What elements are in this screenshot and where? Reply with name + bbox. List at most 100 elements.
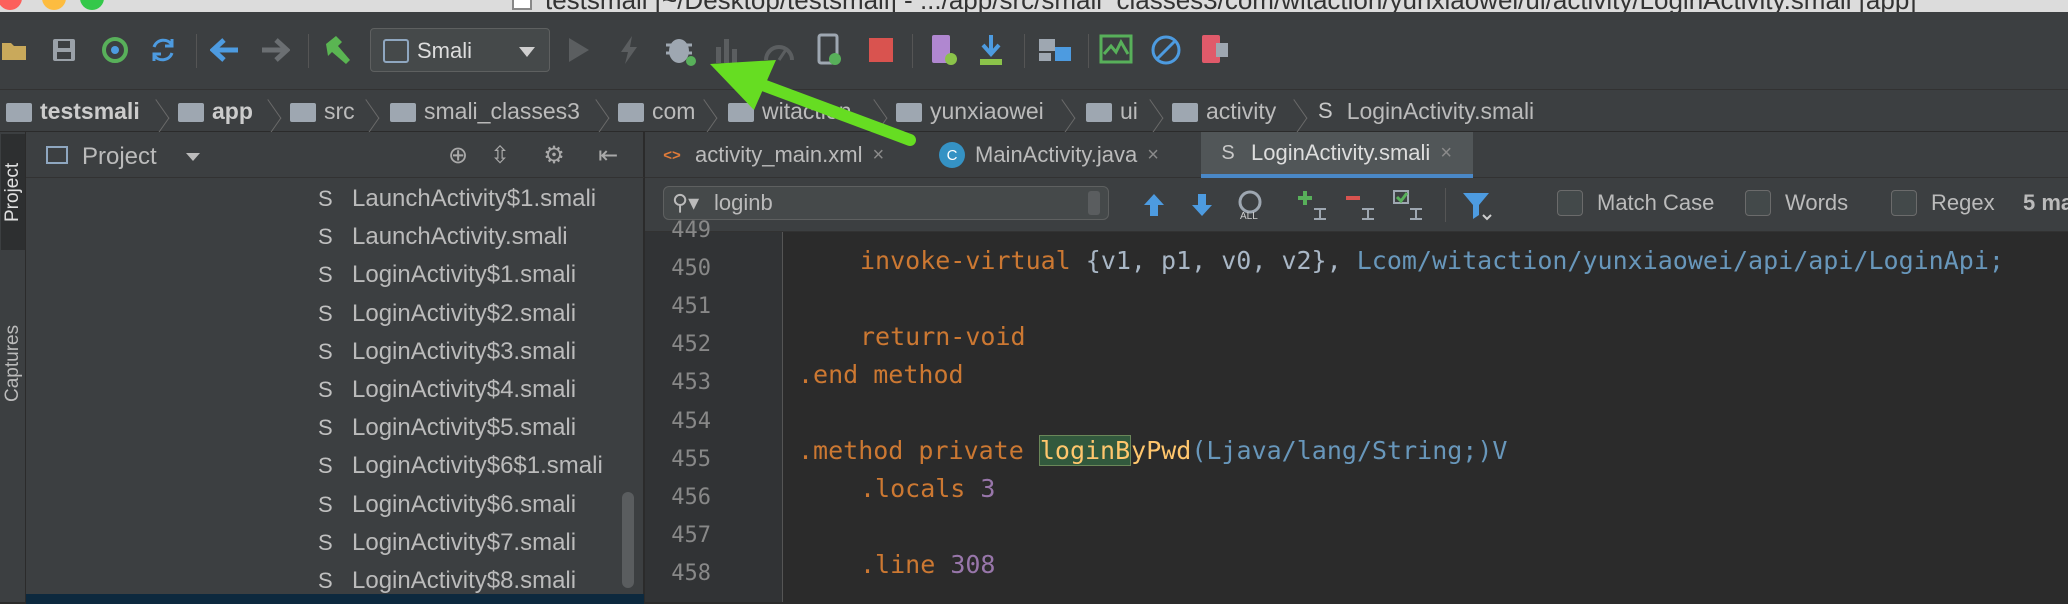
filter-icon[interactable] xyxy=(1457,188,1497,222)
sidebar-tab-project[interactable]: Project xyxy=(1,134,25,250)
search-history-scroll[interactable] xyxy=(1088,191,1100,215)
code-line-455: .method private loginByPwd(Ljava/lang/St… xyxy=(798,435,1508,466)
code-line-458: .line 308 xyxy=(860,550,996,579)
list-item[interactable]: S LoginActivity$6.smali xyxy=(318,486,576,524)
code-line-452: return-void xyxy=(860,322,1026,351)
chevron-right-icon xyxy=(156,94,172,128)
zoom-window-button[interactable] xyxy=(80,0,104,10)
list-item[interactable]: S LoginActivity$3.smali xyxy=(318,333,576,371)
close-icon[interactable]: × xyxy=(1147,144,1159,167)
annotation-arrow xyxy=(710,60,916,146)
findbar-separator xyxy=(1445,188,1446,222)
file-name: LoginActivity$1.smali xyxy=(352,261,577,289)
file-name: LoginActivity$3.smali xyxy=(352,337,577,365)
tab-mainactivity-java[interactable]: C MainActivity.java × xyxy=(925,132,1191,178)
back-icon[interactable] xyxy=(208,30,242,70)
run-config-select[interactable]: Smali xyxy=(370,28,550,72)
regex-box[interactable] xyxy=(1891,190,1917,216)
search-input[interactable] xyxy=(714,189,1054,217)
breadcrumb-item-ui[interactable]: ui xyxy=(1086,90,1138,132)
line-number: 455 xyxy=(671,446,711,472)
gear-icon[interactable]: ⚙ xyxy=(540,142,568,170)
run-icon[interactable] xyxy=(564,30,594,70)
device-mirror-icon[interactable] xyxy=(1196,30,1232,70)
no-symbol-icon[interactable] xyxy=(1148,30,1184,70)
list-item[interactable]: S LoginActivity$1.smali xyxy=(318,256,576,294)
smali-file-icon: S xyxy=(318,224,333,250)
close-window-button[interactable] xyxy=(0,0,22,10)
chevron-down-icon xyxy=(519,47,535,57)
words-box[interactable] xyxy=(1745,190,1771,216)
match-count: 5 ma xyxy=(2023,190,2068,215)
file-name: LoginActivity$8.smali xyxy=(352,567,577,594)
project-structure-icon[interactable] xyxy=(1036,30,1074,70)
breadcrumb-item-file[interactable]: S LoginActivity.smali xyxy=(1318,90,1534,132)
code-area[interactable]: invoke-virtual {v1, p1, v0, v2}, Lcom/wi… xyxy=(784,232,2068,602)
open-icon[interactable] xyxy=(0,30,30,70)
next-occurrence-icon[interactable] xyxy=(1185,188,1219,222)
breadcrumb-item-activity[interactable]: activity xyxy=(1172,90,1276,132)
list-item[interactable]: S LoginActivity$4.smali xyxy=(318,371,576,409)
build-hammer-icon[interactable] xyxy=(320,30,356,70)
list-item[interactable]: S LoginActivity$7.smali xyxy=(318,524,576,562)
folder-icon xyxy=(1086,102,1112,122)
match-case-box[interactable] xyxy=(1557,190,1583,216)
monitor-icon[interactable] xyxy=(1098,30,1134,70)
find-all-icon[interactable]: ALL xyxy=(1233,188,1273,222)
tool-window-strip: Project Captures xyxy=(0,132,26,602)
words-checkbox[interactable]: Words xyxy=(1745,190,1848,216)
smali-file-icon: S xyxy=(318,529,333,555)
smali-file-icon: S xyxy=(1221,141,1235,164)
file-name: LoginActivity$7.smali xyxy=(352,528,577,556)
list-item[interactable]: S LaunchActivity$1.smali xyxy=(318,180,596,218)
apply-changes-icon[interactable] xyxy=(614,30,644,70)
project-panel: Project ⊕ ⇳ ⚙ ⇤ S LaunchActivity$1.smali S… xyxy=(26,132,644,604)
folder-icon xyxy=(390,102,416,122)
regex-checkbox[interactable]: Regex xyxy=(1891,190,1995,216)
svg-text:ALL: ALL xyxy=(1240,211,1258,221)
line-number: 452 xyxy=(671,332,711,358)
folder-icon xyxy=(1172,102,1198,122)
file-name: LoginActivity$5.smali xyxy=(352,414,577,442)
chevron-right-icon xyxy=(1150,94,1166,128)
list-item[interactable]: S LaunchActivity.smali xyxy=(318,218,568,256)
line-number-gutter: 449 450 451 452 453 454 455 456 457 458 xyxy=(645,218,783,602)
chevron-down-icon[interactable] xyxy=(186,153,200,161)
smali-file-icon: S xyxy=(318,453,333,479)
code-line-456: .locals 3 xyxy=(860,474,996,503)
search-field[interactable]: ⚲▾ xyxy=(663,186,1109,220)
breadcrumb-item-com[interactable]: com xyxy=(618,90,695,132)
select-all-occurrences-icon[interactable] xyxy=(1389,188,1429,222)
tab-loginactivity-smali[interactable]: S LoginActivity.smali × xyxy=(1201,132,1473,178)
hide-panel-icon[interactable]: ⇤ xyxy=(594,142,622,170)
list-item[interactable]: S LoginActivity$5.smali xyxy=(318,409,576,447)
smali-file-icon: S xyxy=(318,300,333,326)
smali-file-icon: S xyxy=(318,568,333,593)
collapse-all-icon[interactable]: ⇳ xyxy=(486,142,514,170)
sidebar-tab-captures[interactable]: Captures xyxy=(1,292,25,434)
project-scrollbar[interactable] xyxy=(622,492,634,588)
refresh-icon[interactable] xyxy=(146,30,180,70)
match-case-checkbox[interactable]: Match Case xyxy=(1557,190,1714,216)
list-item[interactable]: S LoginActivity$6$1.smali xyxy=(318,447,603,485)
project-view-select[interactable]: Project xyxy=(82,143,157,171)
sync-icon[interactable] xyxy=(98,30,132,70)
folder-icon xyxy=(290,102,316,122)
add-occurrence-icon[interactable] xyxy=(1293,188,1333,222)
list-item[interactable]: S LoginActivity$2.smali xyxy=(318,295,576,333)
forward-icon[interactable] xyxy=(258,30,292,70)
sdk-manager-icon[interactable] xyxy=(974,30,1008,70)
breadcrumb-item-project[interactable]: testsmali xyxy=(6,90,140,132)
locate-icon[interactable]: ⊕ xyxy=(444,142,472,170)
breadcrumb-item-src[interactable]: src xyxy=(290,90,355,132)
minimize-window-button[interactable] xyxy=(42,0,66,10)
breadcrumb-item-smali-classes3[interactable]: smali_classes3 xyxy=(390,90,580,132)
smali-file-icon: S xyxy=(1318,98,1333,123)
previous-occurrence-icon[interactable] xyxy=(1137,188,1171,222)
breadcrumb-item-module[interactable]: app xyxy=(178,90,253,132)
remove-occurrence-icon[interactable] xyxy=(1341,188,1381,222)
save-icon[interactable] xyxy=(48,30,80,70)
close-icon[interactable]: × xyxy=(1440,142,1452,165)
code-line-450: invoke-virtual {v1, p1, v0, v2}, Lcom/wi… xyxy=(860,246,2004,275)
chevron-right-icon xyxy=(1294,94,1310,128)
